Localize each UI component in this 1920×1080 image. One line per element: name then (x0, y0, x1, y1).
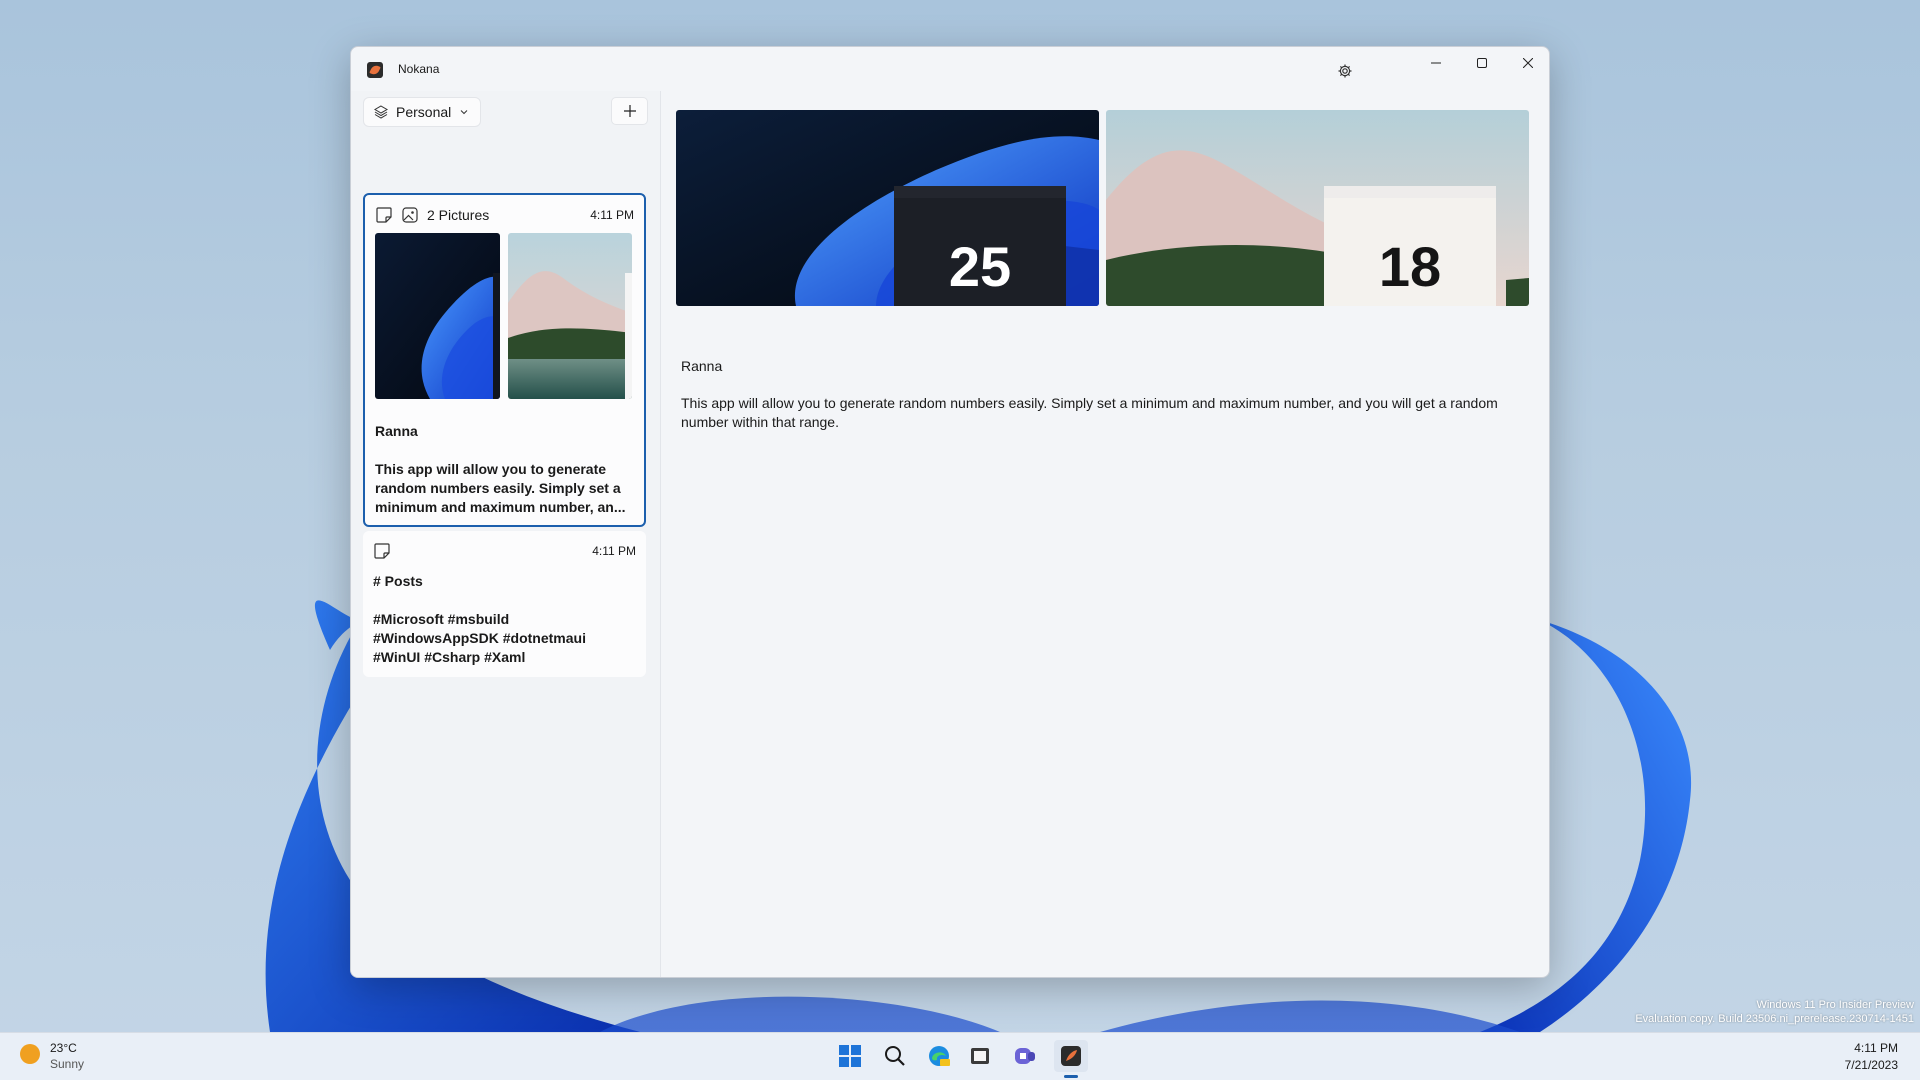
note-title: Ranna (375, 423, 418, 439)
editor-title[interactable]: Ranna (681, 358, 722, 374)
note-time: 4:11 PM (592, 544, 636, 558)
start-button[interactable] (833, 1040, 867, 1072)
add-note-button[interactable] (611, 97, 648, 125)
title-bar[interactable]: Nokana (351, 47, 1549, 91)
pictures-count: 2 Pictures (427, 207, 490, 223)
windows-watermark: Windows 11 Pro Insider Preview Evaluatio… (1635, 999, 1914, 1025)
plus-icon (623, 105, 636, 117)
note-card-ranna[interactable]: 2 Pictures 4:11 PM Ranna This app will a… (363, 193, 646, 527)
note-preview: #Microsoft #msbuild #WindowsAppSDK #dotn… (373, 610, 635, 667)
nokana-taskbar-button[interactable] (1054, 1040, 1088, 1072)
start-icon (839, 1045, 861, 1067)
file-explorer-button[interactable] (963, 1040, 997, 1072)
close-button[interactable] (1505, 47, 1549, 79)
search-button[interactable] (878, 1040, 912, 1072)
edge-icon (929, 1046, 950, 1066)
weather-condition[interactable]: Sunny (50, 1057, 84, 1071)
active-app-indicator (1064, 1075, 1078, 1078)
sun-icon[interactable] (20, 1044, 40, 1064)
maximize-icon (1477, 58, 1487, 68)
bloom-thumbnail-image (375, 233, 500, 399)
file-explorer-icon (971, 1048, 989, 1064)
notebook-label: Personal (396, 104, 452, 120)
settings-button[interactable] (1333, 59, 1357, 83)
clock-time[interactable]: 4:11 PM (1854, 1041, 1898, 1055)
note-title: # Posts (373, 573, 423, 589)
layers-icon (374, 105, 388, 119)
image-icon (402, 207, 418, 223)
clock-date[interactable]: 7/21/2023 (1845, 1058, 1898, 1072)
close-icon (1523, 58, 1533, 68)
notebook-selector[interactable]: Personal (363, 97, 481, 127)
gear-icon (1338, 64, 1352, 78)
sticky-note-icon (376, 207, 392, 223)
weather-temperature[interactable]: 23°C (50, 1041, 77, 1055)
dark-app-number: 25 (948, 235, 1012, 298)
taskbar (0, 1032, 1920, 1080)
thumbnail-dark[interactable] (375, 233, 500, 399)
preview-line: #WindowsAppSDK #dotnetmaui (373, 630, 586, 646)
nokana-icon (1061, 1046, 1081, 1066)
teams-button[interactable] (1008, 1040, 1042, 1072)
preview-line: #Microsoft #msbuild (373, 611, 510, 627)
preview-line: #WinUI #Csharp #Xaml (373, 649, 526, 665)
maximize-button[interactable] (1459, 47, 1505, 79)
landscape-thumbnail-image (508, 233, 632, 399)
light-app-number: 18 (1378, 235, 1442, 298)
edge-button[interactable] (922, 1040, 956, 1072)
app-title: Nokana (398, 62, 440, 76)
app-icon (367, 62, 383, 78)
minimize-icon (1431, 62, 1441, 64)
card-header: 2 Pictures 4:11 PM (375, 205, 634, 225)
note-preview: This app will allow you to generate rand… (375, 461, 626, 515)
note-card-posts[interactable]: 4:11 PM # Posts #Microsoft #msbuild #Win… (363, 531, 646, 677)
search-icon (885, 1046, 905, 1066)
editor-body[interactable]: This app will allow you to generate rand… (681, 394, 1511, 432)
thumbnail-landscape[interactable] (508, 233, 632, 399)
teams-icon (1015, 1048, 1035, 1064)
minimize-button[interactable] (1413, 47, 1459, 79)
note-time: 4:11 PM (590, 208, 634, 222)
sticky-note-icon (374, 543, 390, 559)
chevron-down-icon (460, 110, 468, 115)
card-header: 4:11 PM (373, 541, 636, 561)
